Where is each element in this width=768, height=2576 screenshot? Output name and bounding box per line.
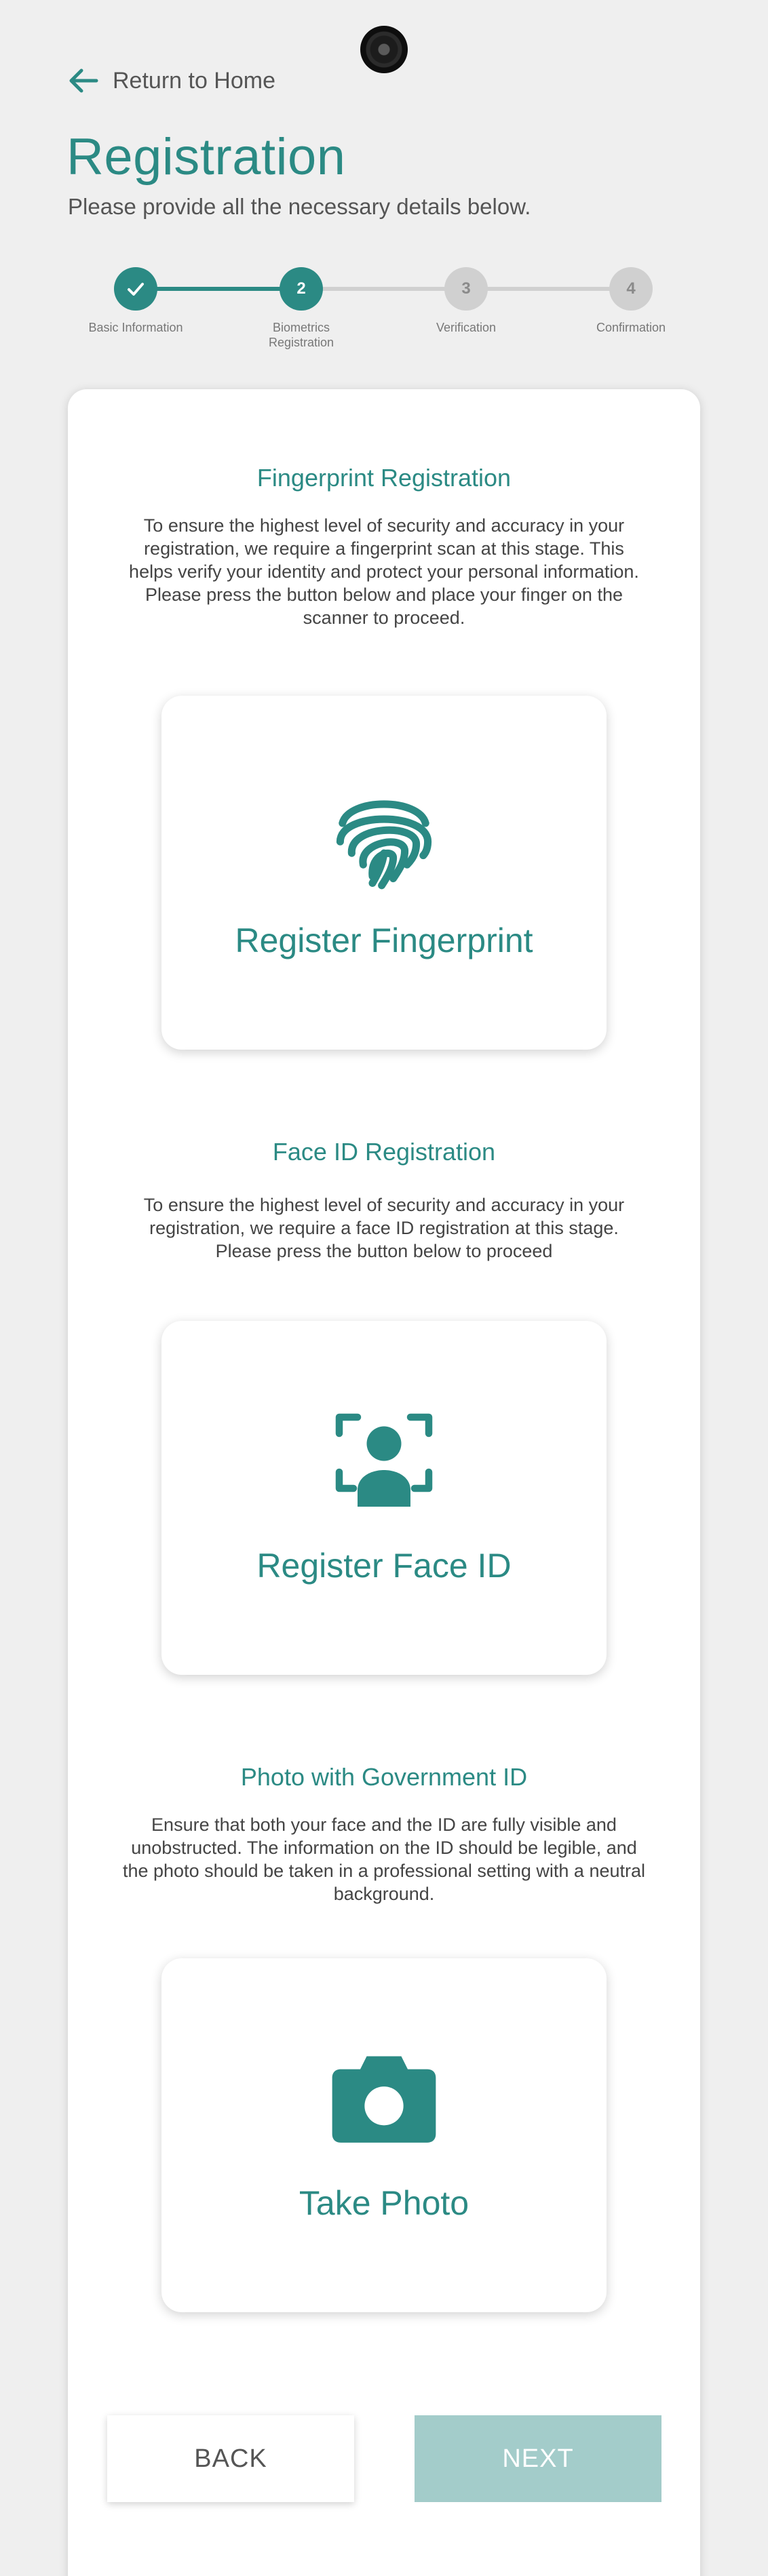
step-1-circle xyxy=(114,267,157,311)
face-scan-icon xyxy=(335,1413,433,1507)
register-face-id-label: Register Face ID xyxy=(256,1547,512,1585)
step-1-label: Basic Information xyxy=(88,321,183,334)
check-icon xyxy=(128,283,144,296)
photo-id-section-title: Photo with Government ID xyxy=(240,1763,528,1791)
next-button[interactable]: NEXT xyxy=(415,2415,661,2502)
back-button[interactable]: BACK xyxy=(107,2415,354,2502)
page-subtitle: Please provide all the necessary details… xyxy=(68,194,531,219)
biometrics-card: Fingerprint Registration To ensure the h… xyxy=(68,389,700,2576)
fingerprint-section-description: To ensure the highest level of security … xyxy=(129,515,639,628)
step-basic-information: Basic Information xyxy=(51,264,220,335)
step-2-label: Biometrics Registration xyxy=(268,321,334,349)
face-id-section-title: Face ID Registration xyxy=(272,1138,496,1166)
step-biometrics-registration: 2 Biometrics Registration xyxy=(216,264,386,350)
register-face-id-button[interactable]: Register Face ID xyxy=(161,1321,607,1675)
step-4-circle: 4 xyxy=(609,267,653,311)
step-verification: 3 Verification xyxy=(381,264,551,335)
register-fingerprint-label: Register Fingerprint xyxy=(235,922,533,959)
registration-page: Return to Home Registration Please provi… xyxy=(0,0,768,2576)
face-id-section-description: To ensure the highest level of security … xyxy=(143,1195,625,1261)
fingerprint-icon xyxy=(336,800,432,890)
step-4-label: Confirmation xyxy=(596,321,666,334)
step-3-circle: 3 xyxy=(444,267,488,311)
return-home-link[interactable]: Return to Home xyxy=(66,64,275,98)
fingerprint-section-title: Fingerprint Registration xyxy=(256,464,512,492)
device-camera xyxy=(360,26,408,73)
progress-stepper: Basic Information 2 Biometrics Registrat… xyxy=(0,264,768,359)
page-title: Registration xyxy=(66,128,346,186)
step-3-label: Verification xyxy=(436,321,497,334)
step-2-circle: 2 xyxy=(280,267,323,311)
step-confirmation: 4 Confirmation xyxy=(546,264,716,335)
arrow-left-icon xyxy=(69,68,98,93)
register-fingerprint-button[interactable]: Register Fingerprint xyxy=(161,696,607,1050)
take-photo-button[interactable]: Take Photo xyxy=(161,1958,607,2312)
camera-icon xyxy=(332,2056,436,2143)
take-photo-label: Take Photo xyxy=(299,2184,469,2222)
photo-id-section-description: Ensure that both your face and the ID ar… xyxy=(122,1815,645,1904)
return-home-label: Return to Home xyxy=(113,67,275,94)
